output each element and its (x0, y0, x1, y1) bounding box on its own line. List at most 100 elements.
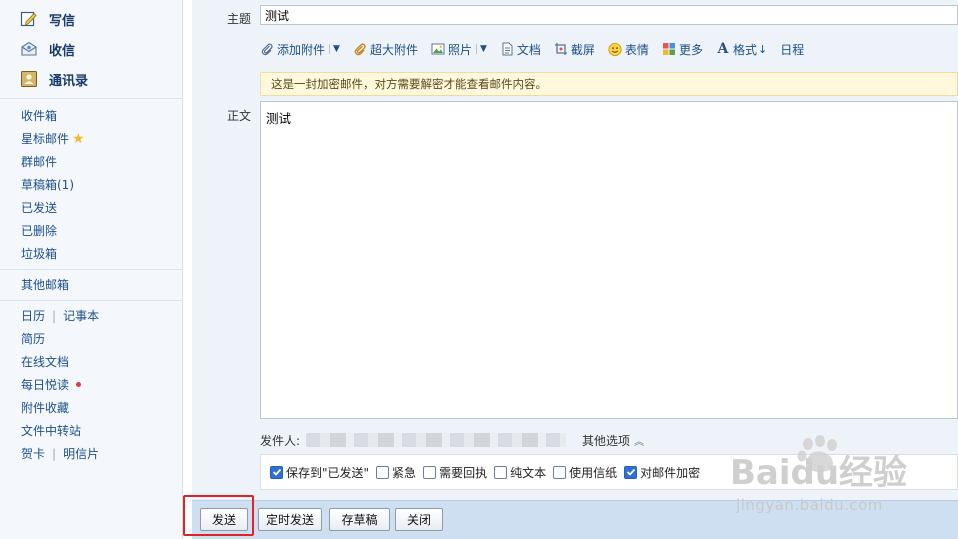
format-button[interactable]: A 格式 ↓ (716, 41, 768, 58)
sidebar: 写信 收信 通讯录 收件箱 星标邮件 ★ 群邮件 草稿箱(1) 已发送 已删除 垃… (0, 0, 183, 539)
sidebar-item-cards: 贺卡 | 明信片 (21, 445, 99, 463)
photo-button[interactable]: 照片 ▼ (431, 41, 487, 58)
calendar-link[interactable]: 日历 (21, 309, 45, 323)
option-label: 紧急 (392, 465, 417, 480)
compose-action[interactable]: 写信 (20, 8, 75, 30)
sender-address-blurred[interactable] (306, 433, 567, 447)
checkbox-icon[interactable] (553, 465, 567, 479)
option-read-receipt[interactable]: 需要回执 (423, 464, 487, 481)
sidebar-divider (0, 300, 183, 301)
subject-label: 主题 (227, 12, 252, 26)
option-label: 使用信纸 (569, 465, 618, 480)
option-urgent[interactable]: 紧急 (376, 464, 416, 481)
option-label: 纯文本 (510, 465, 547, 480)
body-editor[interactable]: 测试 (260, 101, 958, 419)
option-label: 对邮件加密 (640, 465, 701, 480)
smiley-icon (608, 42, 622, 56)
close-button[interactable]: 关闭 (395, 508, 443, 531)
checkbox-icon[interactable] (423, 465, 437, 479)
sidebar-item-drafts[interactable]: 草稿箱(1) (21, 176, 74, 194)
subject-input[interactable]: 测试 (260, 5, 958, 25)
watermark-url: jingyan.baidu.com (736, 496, 883, 514)
pipe-separator: | (52, 309, 57, 323)
large-attachment-button[interactable]: 超大附件 (353, 41, 418, 58)
more-label: 更多 (678, 42, 703, 57)
sidebar-item-attachment-collection[interactable]: 附件收藏 (21, 399, 69, 417)
contacts-label: 通讯录 (49, 73, 89, 89)
more-button[interactable]: 更多 (662, 41, 703, 58)
document-label: 文档 (516, 42, 541, 57)
pipe-separator: | (52, 447, 57, 461)
option-encrypt[interactable]: 对邮件加密 (624, 464, 700, 481)
spam-label: 垃圾箱 (21, 247, 58, 261)
sidebar-item-resume[interactable]: 简历 (21, 330, 45, 348)
online-docs-label: 在线文档 (21, 355, 70, 369)
emoji-label: 表情 (624, 42, 649, 57)
chevron-up-icon: ︽ (634, 436, 645, 448)
notes-link[interactable]: 记事本 (63, 309, 99, 323)
checkbox-checked-icon[interactable] (624, 465, 638, 479)
contacts-icon (20, 70, 38, 88)
checkbox-checked-icon[interactable] (270, 465, 283, 479)
new-dot-icon (76, 382, 82, 387)
resume-label: 简历 (21, 332, 46, 346)
body-label: 正文 (227, 109, 252, 123)
receive-action[interactable]: 收信 (20, 38, 75, 60)
other-options-label: 其他选项 (582, 433, 631, 448)
encryption-notice: 这是一封加密邮件，对方需要解密才能查看邮件内容。 (260, 72, 958, 96)
file-transfer-label: 文件中转站 (21, 424, 82, 438)
sidebar-item-starred[interactable]: 星标邮件 ★ (21, 130, 85, 148)
sidebar-item-group-mail[interactable]: 群邮件 (21, 153, 57, 171)
emoji-button[interactable]: 表情 (608, 41, 649, 58)
receive-label: 收信 (49, 43, 76, 59)
option-label: 保存到"已发送" (286, 465, 370, 480)
compose-label: 写信 (49, 13, 76, 29)
deleted-label: 已删除 (21, 224, 58, 238)
add-attachment-label: 添加附件 (277, 42, 326, 57)
option-plain-text[interactable]: 纯文本 (494, 464, 546, 481)
inbox-receive-icon (20, 40, 38, 58)
contacts-action[interactable]: 通讯录 (20, 68, 88, 90)
other-options-toggle[interactable]: 其他选项 ︽ (582, 432, 644, 449)
sidebar-item-daily-reading[interactable]: 每日悦读 (21, 376, 82, 394)
sidebar-divider (0, 98, 183, 99)
checkbox-icon[interactable] (494, 465, 508, 479)
add-attachment-button[interactable]: 添加附件 ▼ (260, 41, 340, 58)
sidebar-item-inbox[interactable]: 收件箱 (21, 107, 57, 125)
option-save-to-sent[interactable]: 保存到"已发送" (270, 464, 369, 481)
photo-icon (431, 42, 445, 56)
sidebar-item-deleted[interactable]: 已删除 (21, 222, 57, 240)
caret-down-icon[interactable]: ▼ (329, 44, 340, 54)
other-mailbox-label: 其他邮箱 (21, 278, 70, 292)
sidebar-item-calendar-notes: 日历 | 记事本 (21, 307, 99, 325)
send-button-highlight (183, 495, 254, 536)
compose-icon (20, 10, 38, 28)
large-paperclip-icon (353, 42, 367, 56)
greeting-card-link[interactable]: 贺卡 (21, 447, 45, 461)
format-toggle-icon: ↓ (757, 42, 768, 56)
scheduled-send-button[interactable]: 定时发送 (258, 508, 322, 531)
schedule-label: 日程 (780, 42, 805, 57)
send-options: 保存到"已发送" 紧急 需要回执 纯文本 使用信纸 对邮件加密 (260, 454, 958, 490)
paperclip-icon (260, 42, 274, 56)
sidebar-item-sent[interactable]: 已发送 (21, 199, 57, 217)
grid-apps-icon (662, 42, 676, 56)
starred-label: 星标邮件 (21, 132, 70, 146)
sidebar-item-file-transfer[interactable]: 文件中转站 (21, 422, 81, 440)
group-mail-label: 群邮件 (21, 155, 58, 169)
postcard-link[interactable]: 明信片 (63, 447, 99, 461)
daily-reading-label: 每日悦读 (21, 378, 70, 392)
document-icon (500, 42, 514, 56)
option-stationery[interactable]: 使用信纸 (553, 464, 617, 481)
sidebar-item-spam[interactable]: 垃圾箱 (21, 245, 57, 263)
document-button[interactable]: 文档 (500, 41, 541, 58)
caret-down-icon[interactable]: ▼ (475, 44, 487, 54)
sidebar-item-other-mailbox[interactable]: 其他邮箱 (21, 276, 69, 294)
screenshot-button[interactable]: 截屏 (554, 41, 595, 58)
sender-label: 发件人: (260, 433, 301, 448)
sent-label: 已发送 (21, 201, 58, 215)
checkbox-icon[interactable] (376, 465, 390, 479)
schedule-button[interactable]: 日程 (780, 41, 804, 58)
sidebar-item-online-docs[interactable]: 在线文档 (21, 353, 69, 371)
save-draft-button[interactable]: 存草稿 (329, 508, 390, 531)
